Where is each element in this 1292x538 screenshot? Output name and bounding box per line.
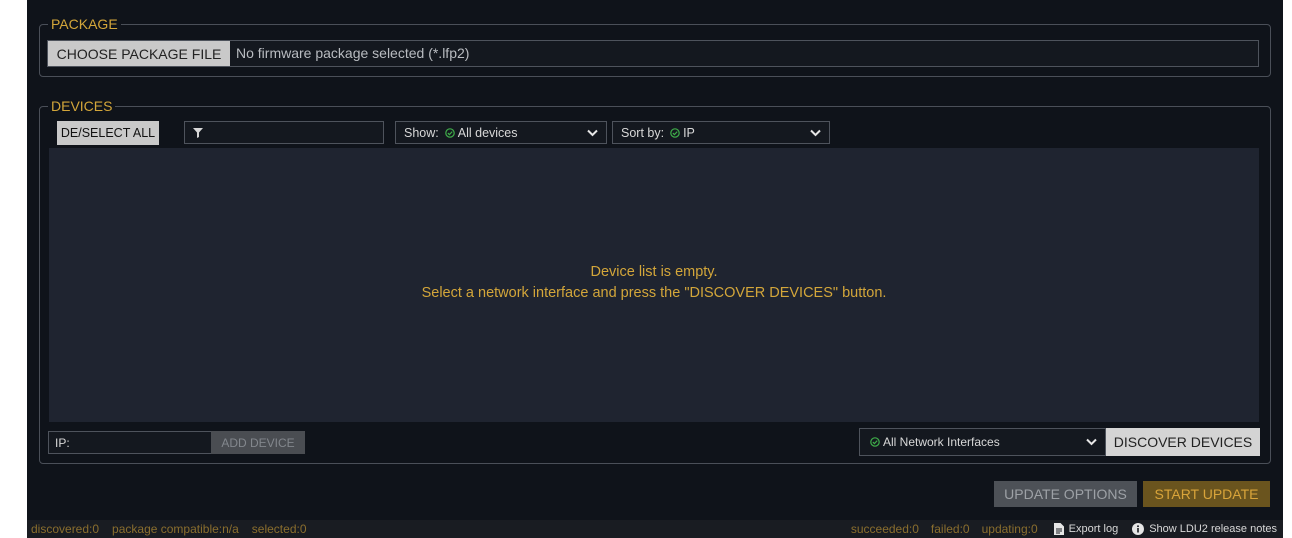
chevron-down-icon [587, 129, 598, 136]
ip-label: IP: [55, 435, 70, 450]
device-list[interactable]: Device list is empty. Select a network i… [49, 148, 1259, 422]
status-discovered: discovered:0 [31, 522, 100, 536]
sort-label: Sort by: [621, 125, 665, 140]
status-selected: selected:0 [251, 522, 307, 536]
sort-select[interactable]: Sort by: IP [612, 121, 830, 144]
firmware-updater-window: PACKAGE CHOOSE PACKAGE FILE No firmware … [27, 0, 1283, 538]
show-select[interactable]: Show: All devices [395, 121, 607, 144]
package-legend: PACKAGE [51, 16, 118, 32]
choose-package-file-button[interactable]: CHOOSE PACKAGE FILE [48, 41, 230, 66]
status-bar: discovered:0 package compatible:n/a sele… [27, 520, 1283, 538]
filter-input[interactable] [184, 121, 384, 144]
release-notes-label: Show LDU2 release notes [1149, 523, 1277, 535]
show-value: All devices [457, 125, 518, 140]
check-circle-icon [670, 127, 680, 138]
chevron-down-icon [1086, 438, 1097, 446]
devices-legend: DEVICES [51, 98, 113, 114]
package-file-row: CHOOSE PACKAGE FILE No firmware package … [47, 40, 1259, 67]
status-succeeded: succeeded:0 [850, 522, 919, 536]
status-failed: failed:0 [930, 522, 970, 536]
sort-value: IP [683, 125, 695, 140]
show-label: Show: [404, 125, 439, 140]
chevron-down-icon [810, 129, 821, 136]
export-log-link[interactable]: Export log [1053, 523, 1119, 535]
deselect-all-button[interactable]: DE/SELECT ALL [57, 121, 159, 145]
document-icon [1053, 523, 1064, 535]
info-icon [1132, 523, 1145, 535]
package-file-status: No firmware package selected (*.lfp2) [236, 45, 470, 61]
network-interface-value: All Network Interfaces [883, 435, 1000, 449]
update-options-button[interactable]: UPDATE OPTIONS [994, 481, 1137, 507]
discover-devices-button[interactable]: DISCOVER DEVICES [1106, 428, 1260, 456]
check-circle-icon [870, 437, 880, 447]
empty-message-line2: Select a network interface and press the… [421, 285, 887, 301]
device-list-empty-message: Device list is empty. Select a network i… [49, 262, 1259, 304]
filter-icon [193, 127, 203, 138]
export-log-label: Export log [1068, 523, 1119, 535]
empty-message-line1: Device list is empty. [590, 264, 718, 280]
add-device-button[interactable]: ADD DEVICE [211, 431, 305, 454]
ip-input[interactable]: IP: [48, 431, 212, 454]
release-notes-link[interactable]: Show LDU2 release notes [1132, 523, 1277, 535]
start-update-button[interactable]: START UPDATE [1143, 481, 1270, 507]
status-updating: updating:0 [981, 522, 1038, 536]
check-circle-icon [444, 127, 455, 138]
network-interface-select[interactable]: All Network Interfaces [859, 428, 1106, 456]
status-package-compatible: package compatible:n/a [112, 522, 239, 536]
